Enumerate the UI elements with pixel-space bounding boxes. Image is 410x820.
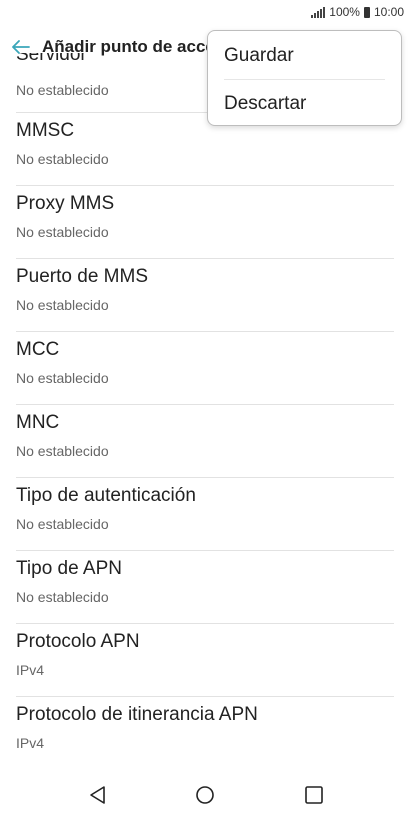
save-menu-item[interactable]: Guardar <box>224 45 294 67</box>
list-item[interactable]: Protocolo de itinerancia APN IPv4 <box>16 697 394 760</box>
navigation-bar <box>0 770 410 820</box>
list-item[interactable]: MNC No establecido <box>16 405 394 478</box>
item-value: No establecido <box>16 297 109 313</box>
item-title: MMSC <box>16 120 75 141</box>
item-title: Servidor <box>16 53 87 65</box>
item-value: No establecido <box>16 516 109 532</box>
item-value: IPv4 <box>16 662 45 678</box>
item-value: No establecido <box>16 589 109 605</box>
item-value: No establecido <box>16 82 109 98</box>
list-item[interactable]: Tipo de APN No establecido <box>16 551 394 624</box>
discard-menu-item[interactable]: Descartar <box>224 93 306 115</box>
item-title: Tipo de APN <box>16 558 122 579</box>
list-item[interactable]: MCC No establecido <box>16 332 394 405</box>
list-item[interactable]: Proxy MMS No establecido <box>16 186 394 259</box>
menu-divider <box>224 79 385 80</box>
item-value: No establecido <box>16 370 109 386</box>
item-value: No establecido <box>16 224 109 240</box>
item-title: Protocolo de itinerancia APN <box>16 704 258 725</box>
square-recents-icon[interactable] <box>302 783 326 807</box>
list-item[interactable]: Tipo de autenticación No establecido <box>16 478 394 551</box>
item-title: Puerto de MMS <box>16 266 148 287</box>
item-title: Protocolo APN <box>16 631 140 652</box>
item-value: No establecido <box>16 443 109 459</box>
battery-percent: 100% <box>329 5 360 19</box>
status-bar: 100% 10:00 <box>0 0 410 24</box>
item-title: MNC <box>16 412 60 433</box>
signal-icon <box>311 6 326 18</box>
item-value: No establecido <box>16 151 109 167</box>
item-value: IPv4 <box>16 735 45 751</box>
item-title: Proxy MMS <box>16 193 115 214</box>
item-title: Tipo de autenticación <box>16 485 196 506</box>
list-item[interactable]: Protocolo APN IPv4 <box>16 624 394 697</box>
circle-home-icon[interactable] <box>193 783 217 807</box>
item-title: MCC <box>16 339 60 360</box>
triangle-back-icon[interactable] <box>85 783 109 807</box>
list-item[interactable]: Puerto de MMS No establecido <box>16 259 394 332</box>
settings-list: Servidor No establecido MMSC No establec… <box>0 53 410 760</box>
overflow-menu: Guardar Descartar <box>207 30 402 126</box>
battery-icon <box>363 6 370 18</box>
clock: 10:00 <box>373 5 404 19</box>
